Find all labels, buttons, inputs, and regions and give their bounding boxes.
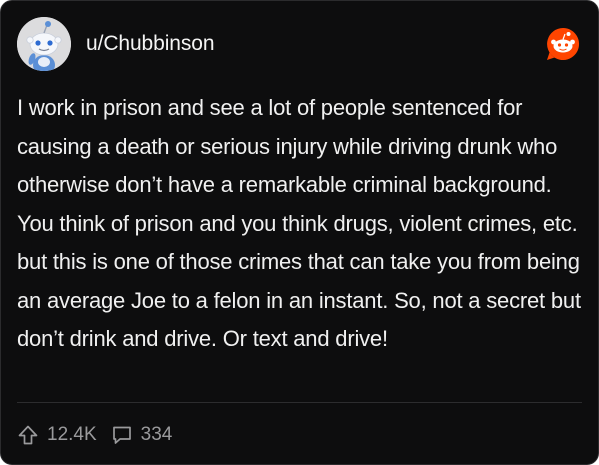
snoo-avatar-icon[interactable]: [17, 17, 71, 71]
comment-button[interactable]: 334: [111, 424, 173, 446]
footer-divider: [17, 402, 582, 403]
post-body-text: I work in prison and see a lot of people…: [17, 95, 581, 351]
comment-count: 334: [140, 424, 173, 445]
upvote-arrow-icon: [18, 425, 38, 445]
comment-bubble-icon: [112, 426, 131, 444]
post-card: u/Chubbinson I work in prison and see a …: [0, 0, 599, 465]
post-username[interactable]: u/Chubbinson: [86, 32, 215, 56]
post-header: u/Chubbinson: [17, 17, 582, 71]
upvote-count: 12.4K: [47, 424, 97, 445]
upvote-button[interactable]: 12.4K: [17, 424, 97, 446]
reddit-logo-icon: [544, 25, 582, 63]
post-footer: 12.4K 334: [17, 421, 186, 449]
